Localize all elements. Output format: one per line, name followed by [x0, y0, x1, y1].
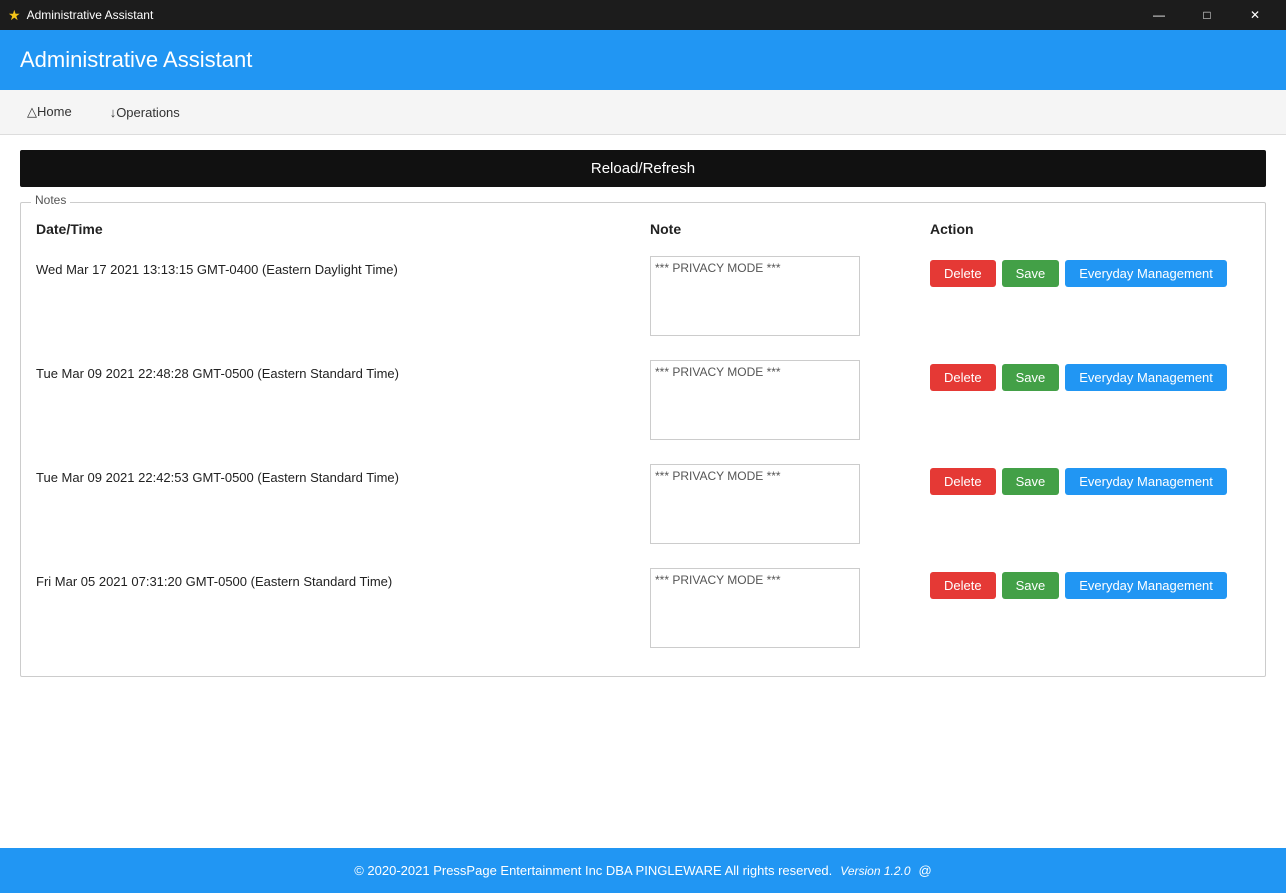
app-icon: ★ [8, 7, 21, 24]
save-button-3[interactable]: Save [1002, 572, 1060, 599]
delete-button-3[interactable]: Delete [930, 572, 996, 599]
note-textarea-2[interactable]: *** PRIVACY MODE *** [650, 464, 860, 544]
save-button-0[interactable]: Save [1002, 260, 1060, 287]
app-header: Administrative Assistant [0, 30, 1286, 90]
delete-button-2[interactable]: Delete [930, 468, 996, 495]
delete-button-0[interactable]: Delete [930, 260, 996, 287]
header-action: Action [930, 221, 1250, 237]
notes-legend: Notes [31, 193, 70, 207]
everyday-button-1[interactable]: Everyday Management [1065, 364, 1227, 391]
note-textarea-0[interactable]: *** PRIVACY MODE *** [650, 256, 860, 336]
note-datetime-1: Tue Mar 09 2021 22:48:28 GMT-0500 (Easte… [36, 360, 650, 381]
note-field-2: *** PRIVACY MODE *** [650, 464, 930, 547]
note-field-0: *** PRIVACY MODE *** [650, 256, 930, 339]
delete-button-1[interactable]: Delete [930, 364, 996, 391]
nav-bar: △Home ↓Operations [0, 90, 1286, 135]
nav-operations[interactable]: ↓Operations [93, 98, 197, 127]
note-datetime-3: Fri Mar 05 2021 07:31:20 GMT-0500 (Easte… [36, 568, 650, 589]
title-bar-controls: — □ ✕ [1136, 0, 1278, 30]
footer-symbol: @ [919, 863, 932, 878]
note-actions-2: Delete Save Everyday Management [930, 464, 1250, 495]
title-bar-left: ★ Administrative Assistant [8, 7, 153, 24]
minimize-button[interactable]: — [1136, 0, 1182, 30]
note-actions-3: Delete Save Everyday Management [930, 568, 1250, 599]
footer-copyright: © 2020-2021 PressPage Entertainment Inc … [354, 863, 832, 878]
note-textarea-3[interactable]: *** PRIVACY MODE *** [650, 568, 860, 648]
note-datetime-2: Tue Mar 09 2021 22:42:53 GMT-0500 (Easte… [36, 464, 650, 485]
everyday-button-0[interactable]: Everyday Management [1065, 260, 1227, 287]
nav-home[interactable]: △Home [10, 97, 89, 127]
everyday-button-2[interactable]: Everyday Management [1065, 468, 1227, 495]
table-row: Tue Mar 09 2021 22:42:53 GMT-0500 (Easte… [36, 453, 1250, 557]
title-bar: ★ Administrative Assistant — □ ✕ [0, 0, 1286, 30]
table-row: Tue Mar 09 2021 22:48:28 GMT-0500 (Easte… [36, 349, 1250, 453]
table-row: Fri Mar 05 2021 07:31:20 GMT-0500 (Easte… [36, 557, 1250, 661]
title-bar-title: Administrative Assistant [27, 8, 154, 22]
main-content: Reload/Refresh Notes Date/Time Note Acti… [0, 135, 1286, 893]
footer: © 2020-2021 PressPage Entertainment Inc … [0, 848, 1286, 893]
save-button-2[interactable]: Save [1002, 468, 1060, 495]
notes-table-header: Date/Time Note Action [36, 213, 1250, 245]
note-actions-0: Delete Save Everyday Management [930, 256, 1250, 287]
note-field-1: *** PRIVACY MODE *** [650, 360, 930, 443]
note-actions-1: Delete Save Everyday Management [930, 360, 1250, 391]
maximize-button[interactable]: □ [1184, 0, 1230, 30]
note-datetime-0: Wed Mar 17 2021 13:13:15 GMT-0400 (Easte… [36, 256, 650, 277]
footer-version: Version 1.2.0 [840, 864, 910, 878]
save-button-1[interactable]: Save [1002, 364, 1060, 391]
note-textarea-1[interactable]: *** PRIVACY MODE *** [650, 360, 860, 440]
everyday-button-3[interactable]: Everyday Management [1065, 572, 1227, 599]
app-title: Administrative Assistant [20, 47, 252, 73]
header-note: Note [650, 221, 930, 237]
table-row: Wed Mar 17 2021 13:13:15 GMT-0400 (Easte… [36, 245, 1250, 349]
note-field-3: *** PRIVACY MODE *** [650, 568, 930, 651]
notes-section: Notes Date/Time Note Action Wed Mar 17 2… [20, 202, 1266, 677]
close-button[interactable]: ✕ [1232, 0, 1278, 30]
reload-refresh-button[interactable]: Reload/Refresh [20, 150, 1266, 187]
header-datetime: Date/Time [36, 221, 650, 237]
